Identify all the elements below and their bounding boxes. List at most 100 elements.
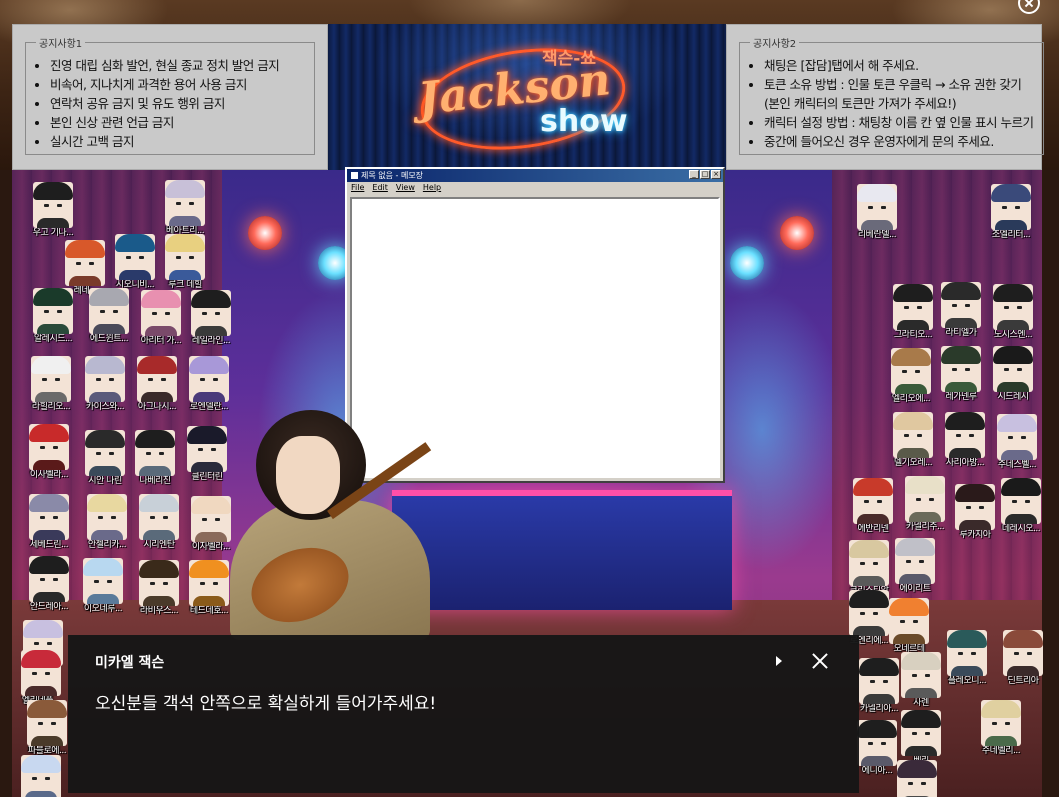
character-token[interactable]: 시오니비... xyxy=(114,234,156,290)
character-token[interactable]: 아그나시... xyxy=(136,356,178,412)
character-token[interactable]: 레가넨루 xyxy=(940,346,982,402)
token-body xyxy=(35,392,67,402)
character-token[interactable]: 안드레아... xyxy=(28,556,70,612)
character-token[interactable]: 데레시오... xyxy=(1000,478,1042,534)
character-token[interactable]: 라힐리오... xyxy=(30,356,72,412)
character-token[interactable]: 클린터린 xyxy=(186,426,228,482)
character-token[interactable]: 사렌 xyxy=(900,652,942,708)
token-name: 카넬리주... xyxy=(905,522,945,532)
notice-1-item: 진영 대립 심화 발언, 현실 종교 정치 발언 금지 xyxy=(50,56,304,75)
character-token[interactable]: 주네스벨... xyxy=(996,414,1038,470)
notice-2-frame: 공지사항2 채팅은 [잡담]탭에서 해 주세요. 토큰 소유 방법 : 인물 토… xyxy=(739,35,1045,155)
character-token[interactable]: 아리터 가... xyxy=(140,290,182,346)
character-token[interactable]: 조엘리터... xyxy=(990,184,1032,240)
character-token[interactable]: 오네르테 xyxy=(888,598,930,654)
character-token[interactable]: 아사... xyxy=(20,755,62,797)
character-token[interactable]: 에니아... xyxy=(856,720,898,776)
character-token[interactable]: 이오네루... xyxy=(82,558,124,614)
character-token[interactable]: 시드레시 xyxy=(992,346,1034,402)
dialog-close-icon[interactable] xyxy=(810,651,830,671)
token-hair xyxy=(165,180,205,198)
token-eye xyxy=(51,722,56,725)
character-token[interactable]: 시리엔탄 xyxy=(138,494,180,550)
character-token[interactable]: 에이리트 xyxy=(894,538,936,594)
character-token[interactable]: 그라티오... xyxy=(892,284,934,340)
character-token[interactable]: 라티엘가 xyxy=(940,282,982,338)
token-portrait xyxy=(893,412,933,458)
character-token[interactable]: 루카지아 xyxy=(954,484,996,540)
character-token[interactable]: 세베드린... xyxy=(28,494,70,550)
character-token[interactable]: 카넬리아... xyxy=(858,658,900,714)
character-token[interactable]: 로엔델란... xyxy=(188,356,230,412)
character-token[interactable]: 안젤리카... xyxy=(86,494,128,550)
character-token[interactable]: 리베란델... xyxy=(856,184,898,240)
character-token[interactable]: 이사벨라... xyxy=(28,424,70,480)
character-token[interactable]: 델기오레... xyxy=(892,412,934,468)
next-arrow-icon[interactable] xyxy=(771,652,787,670)
token-name: 주네스벨... xyxy=(997,460,1037,470)
character-token[interactable]: 사리아방... xyxy=(944,412,986,468)
token-body xyxy=(139,466,171,476)
character-token[interactable]: 나베리진 xyxy=(134,430,176,486)
character-token[interactable]: 테드데호... xyxy=(188,560,230,616)
character-token[interactable]: 베리 xyxy=(900,710,942,766)
character-token[interactable]: 노시스엔... xyxy=(992,284,1034,340)
token-portrait xyxy=(21,755,61,797)
token-eye xyxy=(176,256,181,259)
menu-help[interactable]: Help xyxy=(423,182,441,194)
character-token[interactable]: 엘리네플... xyxy=(20,650,62,706)
token-eye xyxy=(904,306,909,309)
character-token[interactable]: 딘트리아 xyxy=(1002,630,1044,686)
menu-file[interactable]: File xyxy=(351,182,364,194)
character-token[interactable]: 주네벨리... xyxy=(980,700,1022,756)
character-token[interactable]: 엘리오에... xyxy=(890,348,932,404)
character-token[interactable]: 시안 나린 xyxy=(84,430,126,486)
token-hair xyxy=(905,476,945,494)
notice-2-legend: 공지사항2 xyxy=(753,39,797,50)
character-token[interactable]: 크리스티앙 xyxy=(848,540,890,596)
token-eye xyxy=(55,378,60,381)
close-button[interactable]: × xyxy=(711,170,721,179)
token-eye xyxy=(925,674,930,677)
maximize-button[interactable]: □ xyxy=(700,170,710,179)
menu-view[interactable]: View xyxy=(396,182,415,194)
token-hair xyxy=(945,412,985,430)
token-body xyxy=(995,220,1027,230)
token-body xyxy=(169,216,201,226)
character-token[interactable]: 레일라인... xyxy=(190,290,232,346)
token-name: 시드레시 xyxy=(997,392,1029,402)
token-hair xyxy=(895,538,935,556)
character-token[interactable]: 루크 데힐 xyxy=(164,234,206,290)
token-eye xyxy=(929,498,934,501)
token-portrait xyxy=(891,348,931,394)
character-token[interactable]: 베아트리... xyxy=(164,180,206,236)
notepad-title-bar[interactable]: 제목 없음 - 메모장 _ □ × xyxy=(347,169,723,182)
character-token[interactable]: 파블로에... xyxy=(26,700,68,756)
minstrel-character xyxy=(220,410,460,640)
token-eye xyxy=(902,370,907,373)
notepad-title: 제목 없음 - 메모장 xyxy=(361,171,424,180)
token-name: 테드데호... xyxy=(189,606,229,616)
token-eye xyxy=(881,206,886,209)
character-token[interactable]: 카넬리주... xyxy=(904,476,946,532)
token-eye xyxy=(873,562,878,565)
character-token[interactable]: 라비우스... xyxy=(138,560,180,616)
character-token[interactable]: 에반리넨 xyxy=(852,478,894,534)
token-portrait xyxy=(85,430,125,476)
token-eye xyxy=(1004,306,1009,309)
token-portrait xyxy=(905,476,945,522)
character-token[interactable]: 이자벨라... xyxy=(190,496,232,552)
dialogue-box[interactable]: 미카엘 잭슨 오신분들 객석 안쪽으로 확실하게 들어가주세요! xyxy=(68,635,859,793)
minimize-button[interactable]: _ xyxy=(689,170,699,179)
character-token[interactable]: 에드윈트... xyxy=(88,288,130,344)
token-eye xyxy=(202,312,207,315)
character-token[interactable]: 알레시드... xyxy=(32,288,74,344)
character-token[interactable]: 엘리아네코... xyxy=(896,760,938,797)
token-eye xyxy=(152,312,157,315)
character-token[interactable]: 우고 기나... xyxy=(32,182,74,238)
menu-edit[interactable]: Edit xyxy=(372,182,388,194)
character-token[interactable]: 플레오니... xyxy=(946,630,988,686)
character-token[interactable]: 레네... xyxy=(64,240,106,296)
character-token[interactable]: 카이스와... xyxy=(84,356,126,412)
token-body xyxy=(895,384,927,394)
